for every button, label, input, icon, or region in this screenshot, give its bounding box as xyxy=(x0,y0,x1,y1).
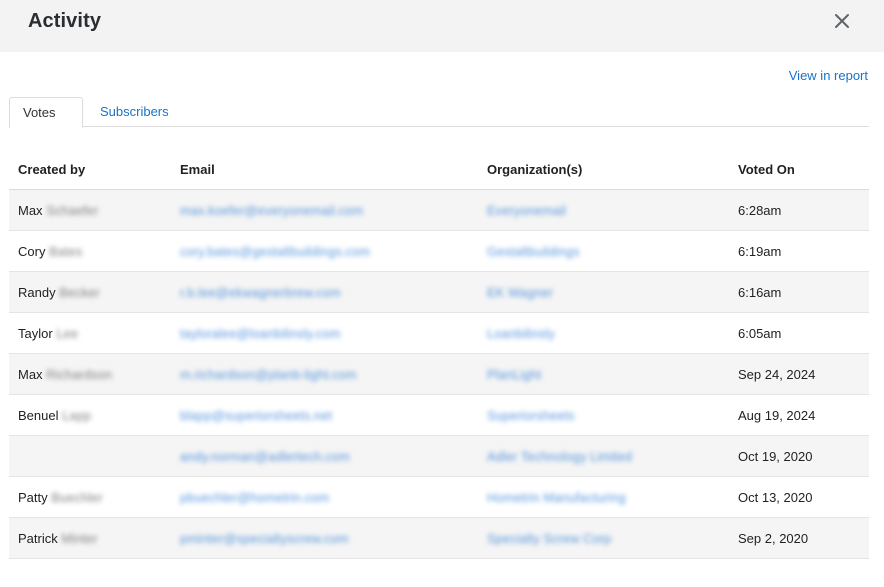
first-name: Cory xyxy=(18,244,46,259)
column-header-email[interactable]: Email xyxy=(180,162,215,177)
column-header-voted-on[interactable]: Voted On xyxy=(738,162,795,177)
page-title: Activity xyxy=(28,10,102,32)
column-header-organizations[interactable]: Organization(s) xyxy=(487,162,582,177)
voted-on-cell: 6:16am xyxy=(738,285,782,300)
first-name: Taylor xyxy=(18,326,53,341)
table-row[interactable]: Patrick Minter pminter@specialtyscrew.com… xyxy=(9,518,869,559)
tab-subscribers[interactable]: Subscribers xyxy=(87,97,182,127)
voted-on-cell: 6:19am xyxy=(738,244,782,259)
email-link[interactable]: blapp@superiorsheets.net xyxy=(180,408,332,423)
last-name-redacted: Becker xyxy=(59,285,100,300)
organization-link[interactable]: Everyonemail xyxy=(487,203,566,218)
table-row[interactable]: Taylor Lee tayloralee@loanbilinsly.com Loa… xyxy=(9,313,869,354)
created-by-cell: Patty Buechler xyxy=(18,490,103,505)
created-by-cell: Benuel Lapp xyxy=(18,408,91,423)
voted-on-cell: 6:05am xyxy=(738,326,782,341)
voted-on-cell: Oct 19, 2020 xyxy=(738,449,813,464)
table-row[interactable]: andy.norman@adlertech.com Adler Technolog… xyxy=(9,436,869,477)
column-header-created-by[interactable]: Created by xyxy=(18,162,85,177)
close-button[interactable] xyxy=(829,8,855,34)
tab-bar: Votes Subscribers xyxy=(9,97,869,128)
voted-on-cell: Aug 19, 2024 xyxy=(738,408,816,423)
table-header: Created by Email Organization(s) Voted O… xyxy=(9,150,869,190)
organization-link[interactable]: Superiorsheets xyxy=(487,408,574,423)
last-name-redacted: Minter xyxy=(61,531,98,546)
table-row[interactable]: Benuel Lapp blapp@superiorsheets.net Super… xyxy=(9,395,869,436)
created-by-cell: Cory Bates xyxy=(18,244,82,259)
created-by-cell: Patrick Minter xyxy=(18,531,97,546)
voted-on-cell: Sep 24, 2024 xyxy=(738,367,816,382)
email-link[interactable]: m.richardson@planb-light.com xyxy=(180,367,357,382)
voted-on-cell: Sep 2, 2020 xyxy=(738,531,809,546)
created-by-cell: Max Richardson xyxy=(18,367,112,382)
email-link[interactable]: pbuechler@hometrin.com xyxy=(180,490,329,505)
organization-link[interactable]: Specialty Screw Corp xyxy=(487,531,611,546)
first-name: Benuel xyxy=(18,408,59,423)
organization-link[interactable]: PlanLight xyxy=(487,367,541,382)
first-name: Randy xyxy=(18,285,56,300)
email-link[interactable]: r.b.lee@ekwagnerbrew.com xyxy=(180,285,341,300)
organization-link[interactable]: Gestaltbuildings xyxy=(487,244,580,259)
email-link[interactable]: pminter@specialtyscrew.com xyxy=(180,531,349,546)
last-name-redacted: Lee xyxy=(56,326,79,341)
last-name-redacted: Schaefer xyxy=(46,203,99,218)
table-row[interactable]: Max Schaefer max.koefer@everyonemail.com E… xyxy=(9,190,869,231)
last-name-redacted: Lapp xyxy=(62,408,92,423)
first-name: Patrick xyxy=(18,531,58,546)
table-row[interactable]: Randy Becker r.b.lee@ekwagnerbrew.com EK W… xyxy=(9,272,869,313)
voted-on-cell: 6:28am xyxy=(738,203,782,218)
table-row[interactable]: Patty Buechler pbuechler@hometrin.com Home… xyxy=(9,477,869,518)
last-name-redacted: Richardson xyxy=(46,367,112,382)
organization-link[interactable]: Loanbilinsly xyxy=(487,326,555,341)
created-by-cell: Randy Becker xyxy=(18,285,100,300)
votes-table: Created by Email Organization(s) Voted O… xyxy=(9,150,869,559)
voted-on-cell: Oct 13, 2020 xyxy=(738,490,813,505)
tab-votes[interactable]: Votes xyxy=(9,97,83,128)
email-link[interactable]: tayloralee@loanbilinsly.com xyxy=(180,326,340,341)
first-name: Patty xyxy=(18,490,48,505)
close-icon xyxy=(835,14,849,28)
table-body: Max Schaefer max.koefer@everyonemail.com E… xyxy=(9,190,869,559)
created-by-cell: Max Schaefer xyxy=(18,203,98,218)
last-name-redacted: Bates xyxy=(49,244,83,259)
organization-link[interactable]: Adler Technology Limited xyxy=(487,449,632,464)
organization-link[interactable]: EK Wagner xyxy=(487,285,553,300)
organization-link[interactable]: Hometrin Manufacturing xyxy=(487,490,626,505)
table-row[interactable]: Cory Bates cory.bates@gestaltbuildings.co… xyxy=(9,231,869,272)
last-name-redacted: Buechler xyxy=(51,490,103,505)
view-in-report-link[interactable]: View in report xyxy=(789,68,868,83)
table-row[interactable]: Max Richardson m.richardson@planb-light.c… xyxy=(9,354,869,395)
dialog-header: Activity xyxy=(0,0,884,52)
email-link[interactable]: cory.bates@gestaltbuildings.com xyxy=(180,244,370,259)
first-name: Max xyxy=(18,367,43,382)
created-by-cell: Taylor Lee xyxy=(18,326,78,341)
email-link[interactable]: andy.norman@adlertech.com xyxy=(180,449,350,464)
first-name: Max xyxy=(18,203,43,218)
email-link[interactable]: max.koefer@everyonemail.com xyxy=(180,203,363,218)
